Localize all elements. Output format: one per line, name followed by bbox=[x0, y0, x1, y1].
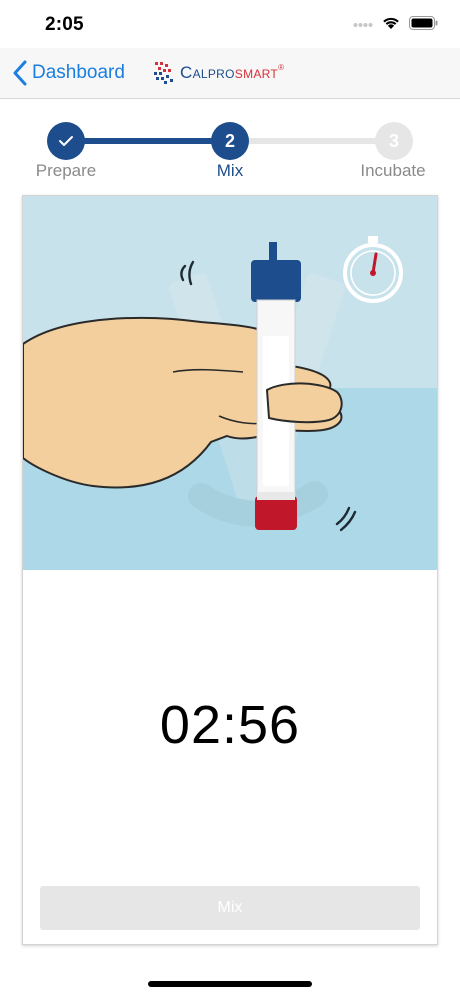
step-3-circle: 3 bbox=[375, 122, 413, 160]
brand-registered-mark: ® bbox=[278, 63, 285, 72]
step-connector-upcoming bbox=[230, 138, 394, 144]
step-1-circle bbox=[47, 122, 85, 160]
brand-mark-icon bbox=[154, 62, 173, 84]
step-3-label: Incubate bbox=[360, 161, 426, 180]
brand-name-part1: Calpro bbox=[180, 63, 235, 82]
chevron-left-icon bbox=[13, 60, 27, 86]
home-indicator[interactable] bbox=[148, 981, 312, 987]
wifi-icon bbox=[383, 17, 399, 29]
mix-illustration bbox=[23, 196, 437, 570]
battery-icon bbox=[409, 15, 438, 30]
checkmark-icon bbox=[59, 136, 73, 146]
status-bar: 2:05 bbox=[0, 0, 460, 48]
navigation-bar: Dashboard Calprosmart® bbox=[0, 48, 460, 99]
back-button-label: Dashboard bbox=[32, 62, 125, 83]
status-time: 2:05 bbox=[45, 14, 84, 35]
step-connector-completed bbox=[66, 138, 230, 144]
countdown-timer: 02:56 bbox=[159, 695, 301, 755]
brand-name-part2: smart bbox=[234, 63, 279, 82]
brand-name: Calprosmart® bbox=[180, 63, 284, 83]
signal-icon bbox=[353, 22, 373, 27]
brand-logo: Calprosmart® bbox=[152, 60, 284, 86]
step-1-label: Prepare bbox=[35, 161, 97, 180]
step-2-circle: 2 bbox=[211, 122, 249, 160]
progress-stepper: 2 3 Prepare Mix Incubate bbox=[0, 98, 460, 190]
mix-button[interactable]: Mix bbox=[40, 886, 420, 930]
back-button[interactable]: Dashboard bbox=[12, 58, 125, 88]
mix-instruction-card: 02:56 Mix bbox=[22, 195, 438, 945]
status-icons bbox=[353, 15, 438, 30]
step-2-label: Mix bbox=[216, 161, 244, 180]
